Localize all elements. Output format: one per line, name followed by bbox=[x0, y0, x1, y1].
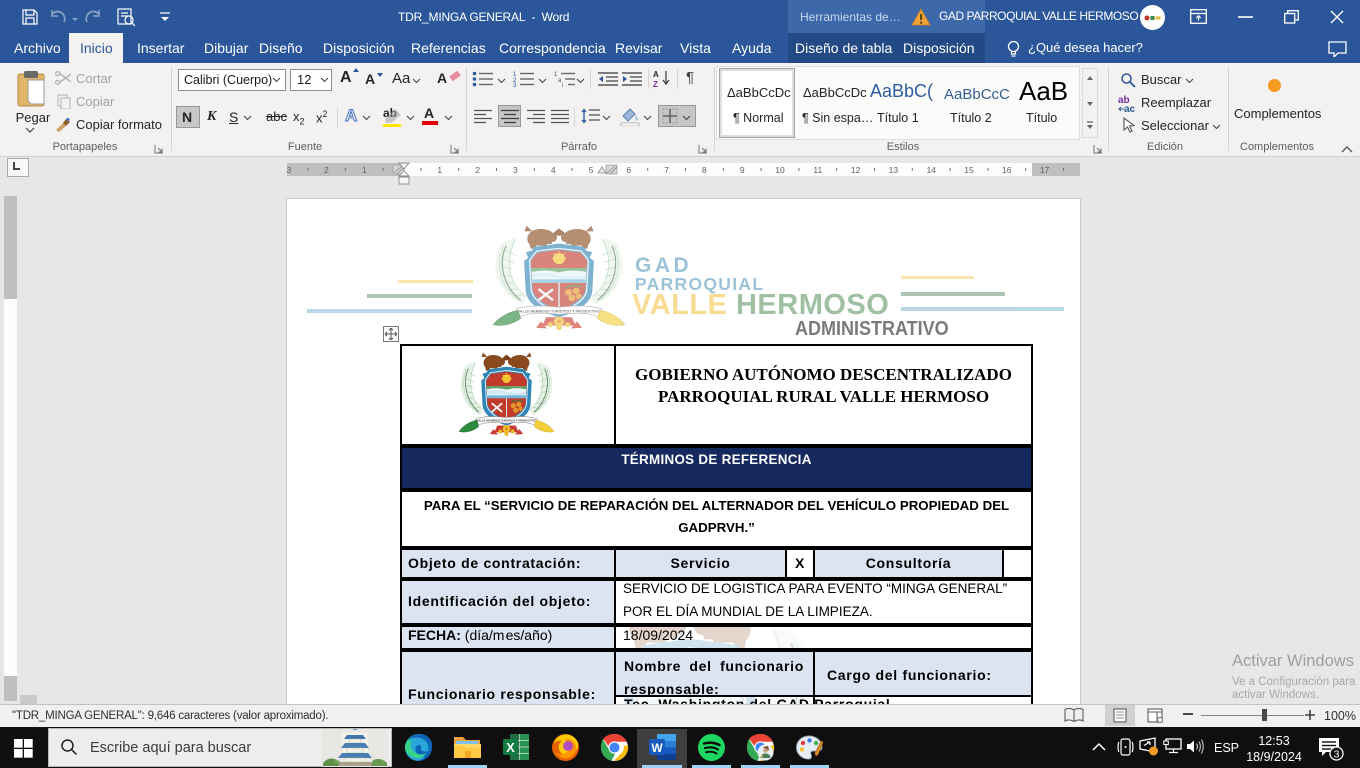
svg-text:3: 3 bbox=[513, 165, 518, 175]
svg-text:17: 17 bbox=[1040, 165, 1050, 175]
svg-text:13: 13 bbox=[889, 165, 899, 175]
svg-text:Z: Z bbox=[653, 80, 658, 88]
svg-text:W: W bbox=[651, 741, 663, 755]
svg-text:i: i bbox=[562, 83, 563, 87]
svg-text:4: 4 bbox=[551, 165, 556, 175]
svg-text:1: 1 bbox=[437, 165, 442, 175]
svg-text:15: 15 bbox=[964, 165, 974, 175]
svg-text:2: 2 bbox=[324, 165, 329, 175]
svg-text:10: 10 bbox=[775, 165, 785, 175]
svg-text:11: 11 bbox=[813, 165, 822, 175]
svg-text:9: 9 bbox=[740, 165, 745, 175]
svg-text:3: 3 bbox=[287, 165, 292, 175]
svg-text:ac: ac bbox=[1124, 104, 1136, 112]
svg-text:3: 3 bbox=[1334, 749, 1340, 761]
svg-text:X: X bbox=[506, 740, 515, 755]
svg-text:3: 3 bbox=[513, 83, 517, 87]
svg-text:12: 12 bbox=[851, 165, 861, 175]
svg-text:16: 16 bbox=[1002, 165, 1012, 175]
svg-text:2: 2 bbox=[475, 165, 480, 175]
svg-text:5: 5 bbox=[589, 165, 594, 175]
svg-text:14: 14 bbox=[926, 165, 936, 175]
svg-text:7: 7 bbox=[664, 165, 669, 175]
svg-text:A: A bbox=[653, 70, 659, 79]
svg-text:6: 6 bbox=[626, 165, 631, 175]
svg-text:1: 1 bbox=[362, 165, 367, 175]
svg-text:8: 8 bbox=[702, 165, 707, 175]
